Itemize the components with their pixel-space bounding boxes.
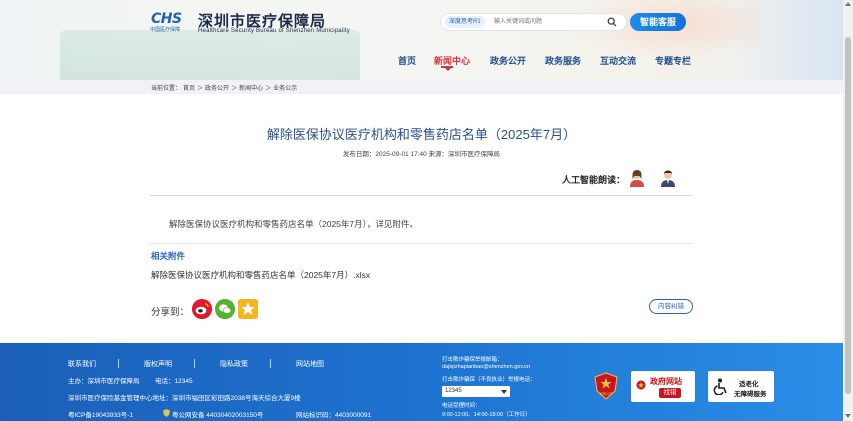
breadcrumb-gov-affairs[interactable]: 政务公开 — [205, 86, 229, 92]
accessibility-service-badge[interactable]: 适老化 无障碍服务 — [708, 371, 774, 402]
footer-icp[interactable]: 粤ICP备19043933号-1 — [68, 409, 133, 419]
scroll-down-arrow-icon[interactable] — [845, 414, 851, 418]
footer-separator — [118, 359, 119, 368]
chs-logo-subtitle: 中国医疗保障 — [150, 27, 181, 33]
wheelchair-icon — [713, 378, 727, 395]
accessibility-badge-subtitle: 无障碍服务 — [734, 391, 767, 398]
favorite-share-icon[interactable] — [238, 299, 258, 319]
attachments-title: 相关附件 — [151, 251, 186, 261]
hotline-select-value: 12345 — [445, 388, 462, 394]
smart-service-button[interactable]: 智能客服 — [630, 13, 686, 31]
attachment-link[interactable]: 解除医保协议医疗机构和零售药店名单（2025年7月）.xlsx — [151, 269, 370, 281]
footer-link-sitemap[interactable]: 网站地图 — [296, 359, 324, 369]
footer-hotline-label: 打击欺诈骗保（不良执业）举报电话： — [442, 377, 536, 383]
accessibility-badge-title: 适老化 — [739, 381, 759, 388]
footer-link-privacy[interactable]: 隐私政策 — [220, 359, 248, 369]
content-divider — [150, 243, 693, 244]
male-voice-icon[interactable] — [659, 169, 677, 187]
footer-host: 主办：深圳市医疗保障局 — [68, 378, 140, 385]
deep-think-tag[interactable]: 深度思考R1 — [445, 16, 485, 28]
breadcrumb-home[interactable]: 首页 — [183, 86, 195, 92]
nav-special-topics[interactable]: 专题专栏 — [655, 54, 691, 67]
footer-phone: 电话：12345 — [155, 378, 193, 385]
chs-logo[interactable]: CHS — [151, 11, 182, 27]
site-subtitle: Healthcare Security Bureau of Shenzhen M… — [198, 28, 350, 34]
footer-hours: 9:00-12:00、14:00-18:00（工作日） — [442, 412, 531, 418]
police-emblem-badge-icon[interactable]: 深圳公安 — [593, 372, 619, 400]
gov-badge-emblem-icon — [636, 380, 646, 390]
scroll-up-arrow-icon[interactable] — [845, 2, 851, 6]
gov-badge-title: 政府网站 — [650, 377, 682, 386]
gov-badge-find-error: 找错 — [659, 388, 681, 398]
gov-website-error-badge[interactable]: 政府网站 找错 — [631, 371, 695, 402]
breadcrumb: 当前位置： 首页＞政务公开＞新闻中心＞业务公示 — [151, 83, 299, 92]
female-voice-icon[interactable] — [628, 169, 646, 187]
nav-gov-affairs[interactable]: 政务公开 — [490, 54, 526, 67]
footer-email[interactable]: dajiqizhapianbao@shenzhen.gov.cn — [442, 364, 530, 370]
breadcrumb-bar — [0, 80, 843, 94]
footer-address: 深圳市医疗保险基金管理中心地址：深圳市福田区彩田路2038号海天综合大厦9楼 — [68, 395, 301, 402]
footer-link-contact[interactable]: 联系我们 — [68, 359, 96, 369]
breadcrumb-prefix: 当前位置： — [151, 86, 182, 92]
nav-home[interactable]: 首页 — [398, 54, 416, 67]
footer-site-code: 网站标识码：4403000091 — [296, 412, 372, 419]
footer-hours-label: 电话受理时间： — [442, 403, 481, 409]
article-meta: 发布日期：2025-09-01 17:40 来源：深圳市医疗保障局 — [342, 151, 501, 158]
breadcrumb-sep: ＞ — [197, 86, 204, 92]
title-divider — [150, 195, 693, 196]
breadcrumb-sep: ＞ — [231, 86, 238, 92]
header-decoration — [60, 30, 360, 80]
nav-gov-service[interactable]: 政务服务 — [545, 54, 581, 67]
wechat-share-icon[interactable] — [215, 299, 235, 319]
emblem-caption: 深圳公安 — [600, 391, 613, 396]
article-body: 解除医保协议医疗机构和零售药店名单（2025年7月），详见附件。 — [169, 219, 418, 229]
footer-police-record[interactable]: 粤公网安备 44030402003150号 — [172, 409, 263, 419]
nav-active-caret — [445, 68, 451, 71]
scrollbar-thumb[interactable] — [845, 37, 851, 394]
chevron-down-icon — [501, 390, 507, 394]
breadcrumb-sep: ＞ — [265, 86, 272, 92]
footer-separator — [194, 359, 195, 368]
share-label: 分享到： — [151, 307, 190, 318]
search-icon[interactable] — [607, 17, 617, 27]
header-decoration-right — [733, 0, 843, 80]
article-title: 解除医保协议医疗机构和零售药店名单（2025年7月） — [266, 127, 577, 142]
police-badge-icon — [163, 409, 170, 417]
footer-email-label: 打击欺诈骗保举报邮箱： — [442, 357, 503, 363]
hotline-select[interactable]: 12345 — [442, 386, 510, 397]
search-input[interactable] — [494, 16, 594, 28]
weibo-share-icon[interactable] — [192, 299, 212, 319]
ai-read-label: 人工智能朗读： — [562, 175, 626, 185]
header — [0, 0, 843, 80]
breadcrumb-news-center[interactable]: 新闻中心 — [239, 86, 263, 92]
footer-link-copyright[interactable]: 版权声明 — [144, 359, 172, 369]
footer-separator — [270, 359, 271, 368]
breadcrumb-business-notice[interactable]: 业务公示 — [273, 86, 297, 92]
content-correction-button[interactable]: 内容纠错 — [649, 299, 693, 314]
nav-interaction[interactable]: 互动交流 — [600, 54, 636, 67]
